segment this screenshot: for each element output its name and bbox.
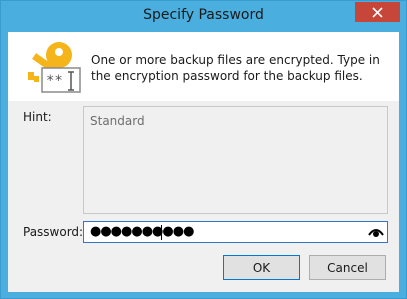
specify-password-dialog: Specify Password ** One or more backup f…	[0, 0, 407, 299]
eye-icon	[368, 229, 384, 237]
close-button[interactable]	[355, 2, 400, 22]
svg-text:**: **	[46, 73, 63, 89]
password-label: Password:	[23, 225, 84, 239]
close-icon	[372, 6, 383, 18]
header-pane: ** One or more backup files are encrypte…	[8, 32, 399, 101]
dialog-body: ** One or more backup files are encrypte…	[8, 32, 399, 292]
cancel-button[interactable]: Cancel	[309, 255, 386, 280]
text-caret	[161, 225, 162, 240]
password-field[interactable]: ●●●●●●●●●●	[83, 221, 388, 243]
reveal-password-button[interactable]	[367, 224, 385, 240]
hint-field: Standard	[83, 106, 388, 214]
key-password-icon: **	[28, 42, 81, 93]
dialog-title: Specify Password	[143, 7, 264, 23]
password-masked-value: ●●●●●●●●●●	[90, 224, 194, 239]
hint-label: Hint:	[23, 110, 52, 124]
ok-button[interactable]: OK	[223, 255, 300, 280]
header-message: One or more backup files are encrypted. …	[91, 53, 380, 83]
title-bar[interactable]: Specify Password	[1, 1, 406, 32]
